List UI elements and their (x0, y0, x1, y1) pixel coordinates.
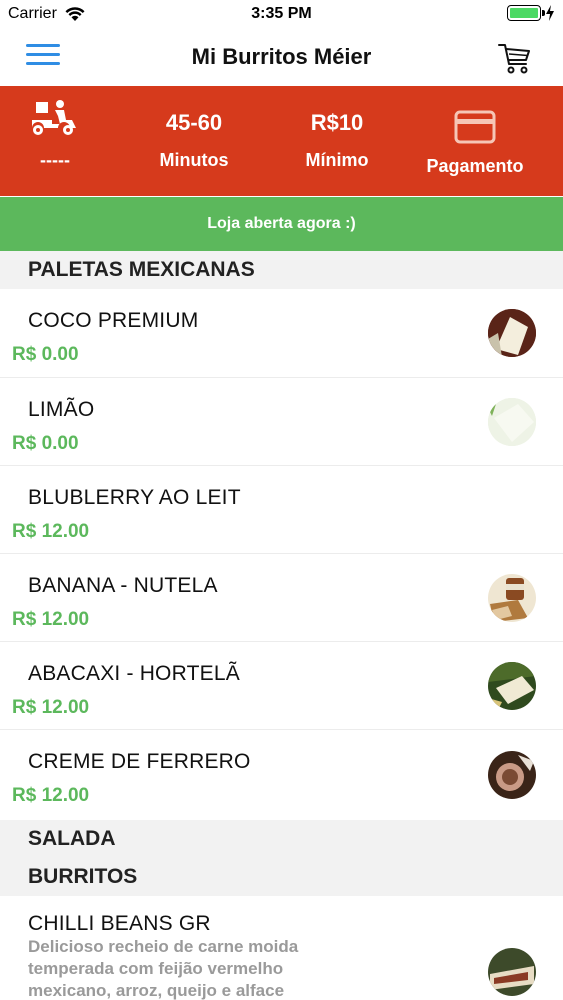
menu-item[interactable]: LIMÃO R$ 0.00 (0, 378, 563, 466)
menu-item-price: R$ 12.00 (12, 609, 90, 630)
menu-item[interactable]: BANANA - NUTELA R$ 12.00 (0, 554, 563, 642)
payment-label: Pagamento (426, 156, 524, 176)
menu-item-price: R$ 0.00 (12, 433, 79, 454)
menu-item-price: R$ 12.00 (12, 521, 90, 542)
menu-item-price: R$ 0.00 (12, 344, 79, 365)
status-bar: Carrier 3:35 PM (0, 0, 563, 28)
charging-bolt-icon (546, 5, 554, 21)
menu-item[interactable]: BLUBLERRY AO LEIT R$ 12.00 (0, 466, 563, 554)
menu-item[interactable]: CREME DE FERRERO R$ 12.00 (0, 730, 563, 820)
menu-item-name: COCO PREMIUM (28, 309, 199, 332)
menu-item-name: CHILLI BEANS GR (28, 912, 211, 935)
store-info-bar: ----- 45-60 Minutos R$10 Mínimo Pagament… (0, 86, 563, 196)
coco-premium-thumbnail (488, 309, 536, 357)
limao-thumbnail (488, 398, 536, 446)
delivery-time-value: 45-60 (165, 110, 223, 135)
page-title: Mi Burritos Méier (191, 44, 372, 69)
delivery-fee-block: ----- (0, 86, 110, 196)
section-header-paletas: PALETAS MEXICANAS (0, 251, 563, 289)
menu-item-name: BANANA - NUTELA (28, 574, 218, 597)
menu-item-name: LIMÃO (28, 398, 95, 421)
minimum-order-label: Mínimo (305, 150, 369, 170)
minimum-order-block: R$10 Mínimo (268, 86, 406, 196)
payment-button[interactable]: Pagamento (406, 86, 544, 196)
creme-de-ferrero-thumbnail (488, 751, 536, 799)
store-open-text: Loja aberta agora :) (207, 215, 356, 232)
menu-item[interactable]: CHILLI BEANS GR Delicioso recheio de car… (0, 896, 563, 1000)
section-header-burritos: BURRITOS (0, 858, 563, 896)
menu-item-name: CREME DE FERRERO (28, 750, 251, 773)
menu-item-price: R$ 12.00 (12, 697, 90, 718)
menu-item-price: R$ 12.00 (12, 785, 90, 806)
delivery-time-unit: Minutos (159, 150, 229, 170)
section-title: PALETAS MEXICANAS (28, 258, 255, 281)
nav-bar: Mi Burritos Méier (0, 28, 563, 86)
delivery-fee-value: ----- (40, 150, 70, 170)
cart-button[interactable] (497, 40, 533, 76)
cart-icon (498, 44, 530, 74)
menu-item-name: ABACAXI - HORTELÃ (28, 662, 240, 685)
delivery-scooter-icon (32, 100, 76, 135)
section-header-salada: SALADA (0, 820, 563, 858)
store-open-banner: Loja aberta agora :) (0, 197, 563, 251)
menu-item[interactable]: COCO PREMIUM R$ 0.00 (0, 289, 563, 378)
abacaxi-hortela-thumbnail (488, 662, 536, 710)
credit-card-icon (454, 110, 496, 144)
chilli-beans-thumbnail (488, 948, 536, 996)
status-time: 3:35 PM (251, 5, 312, 22)
status-right (507, 5, 555, 21)
minimum-order-value: R$10 (310, 110, 364, 135)
battery-icon (507, 5, 545, 21)
menu-item-name: BLUBLERRY AO LEIT (28, 486, 241, 509)
banana-nutela-thumbnail (488, 574, 536, 622)
section-title: BURRITOS (28, 865, 138, 888)
section-title: SALADA (28, 827, 116, 850)
menu-item-description: Delicioso recheio de carne moida tempera… (28, 937, 299, 1000)
menu-item[interactable]: ABACAXI - HORTELÃ R$ 12.00 (0, 642, 563, 730)
delivery-time-block: 45-60 Minutos (120, 86, 268, 196)
